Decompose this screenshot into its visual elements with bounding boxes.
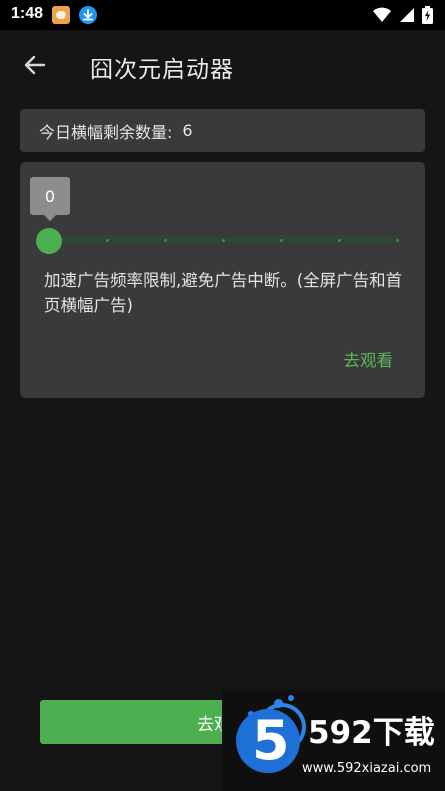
watermark-brand: 592下载 [308, 715, 435, 751]
ad-speedup-card: 0 加速广告频率限制,避免广告中断。(全屏广告和首页横幅广告) 去观看 [20, 162, 425, 398]
download-icon [79, 6, 97, 24]
slider-tick [396, 239, 399, 242]
logo-digit: 5 [252, 709, 290, 772]
slider-thumb[interactable] [36, 228, 62, 254]
battery-charging-icon [422, 6, 433, 28]
status-bar: 1:48 [0, 0, 445, 30]
signal-icon [399, 7, 415, 27]
wifi-icon [372, 7, 392, 27]
app-bar: 囧次元启动器 [0, 30, 445, 100]
banner-quota-card: 今日横幅剩余数量: 6 [20, 109, 425, 152]
slider-tick [106, 239, 109, 242]
logo-dot [274, 699, 283, 708]
card-description: 加速广告频率限制,避免广告中断。(全屏广告和首页横幅广告) [44, 271, 403, 315]
app-notification-icon [52, 6, 70, 24]
slider-value-bubble: 0 [30, 177, 70, 221]
logo-dot [288, 695, 294, 701]
quota-label: 今日横幅剩余数量: [39, 122, 173, 142]
watch-ad-link[interactable]: 去观看 [344, 347, 394, 371]
arrow-left-icon[interactable] [22, 52, 48, 78]
watermark-url: www.592xiazai.com [302, 761, 432, 776]
status-indicators [372, 6, 433, 28]
watermark: 5 592下载 www.592xiazai.com [222, 689, 445, 791]
slider-tick [222, 239, 225, 242]
quota-value: 6 [182, 121, 193, 140]
slider-tick [164, 239, 167, 242]
page-title: 囧次元启动器 [90, 57, 234, 83]
status-time: 1:48 [11, 5, 44, 22]
slider-tick [338, 239, 341, 242]
slider-tick [280, 239, 283, 242]
